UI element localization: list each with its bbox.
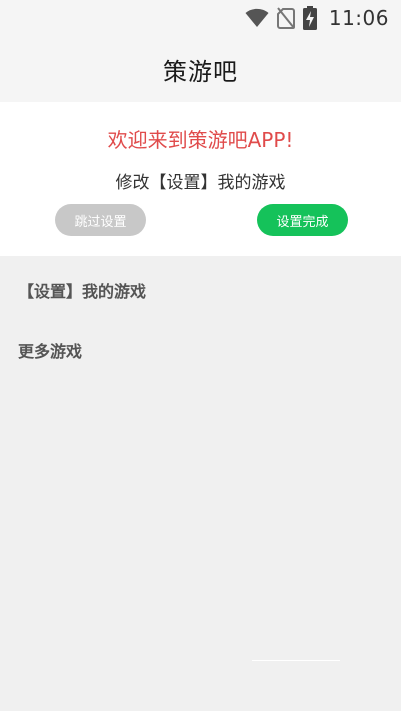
battery-charging-icon: [302, 6, 317, 30]
wifi-icon: [245, 8, 269, 28]
section-my-games-header: 【设置】我的游戏: [18, 282, 147, 301]
welcome-subtitle: 修改【设置】我的游戏: [115, 173, 286, 193]
app-title: 策游吧: [163, 57, 238, 86]
app-bar: 策游吧: [0, 36, 401, 102]
settings-done-button[interactable]: 设置完成: [257, 204, 348, 236]
skip-settings-button[interactable]: 跳过设置: [55, 204, 146, 236]
welcome-card: 欢迎来到策游吧APP! 修改【设置】我的游戏 跳过设置 设置完成: [0, 102, 401, 256]
status-time: 11:06: [328, 6, 389, 30]
welcome-title: 欢迎来到策游吧APP!: [107, 128, 294, 152]
divider: [252, 660, 340, 661]
section-more-games-header: 更多游戏: [18, 342, 83, 361]
status-icons: 11:06: [245, 6, 389, 30]
no-sim-icon: [276, 7, 295, 29]
status-bar: 11:06: [0, 0, 401, 36]
